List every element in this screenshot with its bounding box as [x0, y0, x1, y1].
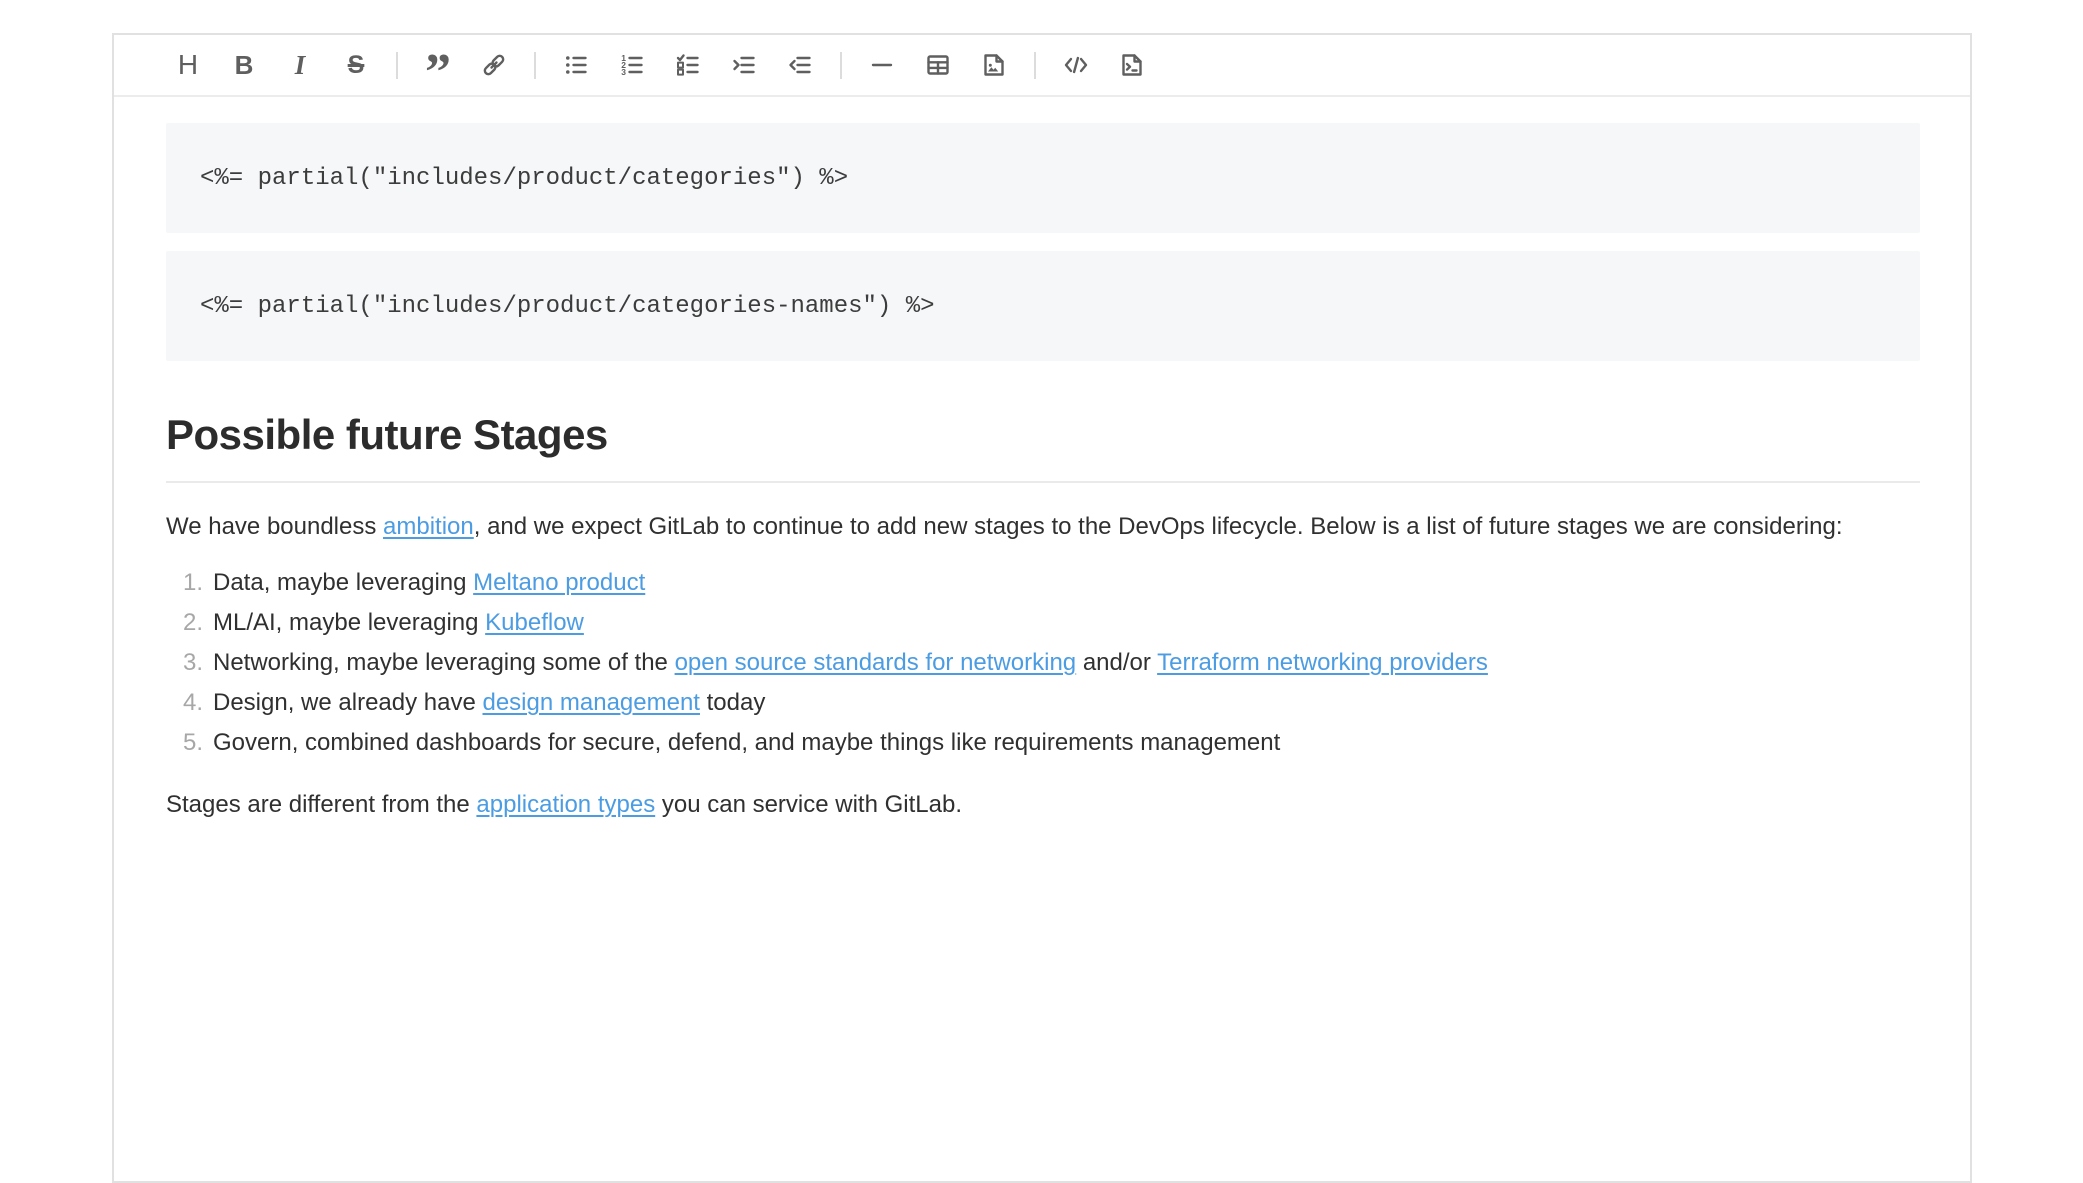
image-button[interactable]: [972, 43, 1016, 87]
unordered-list-icon: [563, 52, 589, 78]
editor-content[interactable]: <%= partial("includes/product/categories…: [114, 97, 1970, 825]
bold-button[interactable]: B: [222, 43, 266, 87]
inline-code-icon: [1063, 52, 1089, 78]
unordered-list-button[interactable]: [554, 43, 598, 87]
inline-link[interactable]: Kubeflow: [485, 609, 584, 636]
table-button[interactable]: [916, 43, 960, 87]
italic-icon: I: [295, 50, 306, 81]
page: { "toolbar": { "items": [ {"name": "head…: [0, 0, 2083, 880]
code-block-icon: [1119, 52, 1145, 78]
heading-button[interactable]: H: [166, 43, 210, 87]
table-icon: [925, 52, 951, 78]
outro-paragraph[interactable]: Stages are different from the applicatio…: [166, 785, 1920, 825]
link-button[interactable]: [472, 43, 516, 87]
code-block-button[interactable]: [1110, 43, 1154, 87]
horizontal-rule-button[interactable]: [860, 43, 904, 87]
heading-icon: H: [178, 49, 198, 81]
blockquote-icon: ”: [425, 52, 451, 78]
inline-link[interactable]: application types: [476, 791, 655, 818]
blockquote-button[interactable]: ”: [416, 43, 460, 87]
editor-toolbar: H B I S ” 123: [114, 35, 1970, 97]
inline-code-button[interactable]: [1054, 43, 1098, 87]
code-text: <%= partial("includes/product/categories…: [200, 293, 935, 320]
code-blocks: <%= partial("includes/product/categories…: [166, 123, 1920, 361]
strike-icon: S: [348, 51, 365, 80]
toolbar-divider: [534, 52, 536, 79]
inline-link[interactable]: design management: [482, 689, 699, 716]
list-item[interactable]: Networking, maybe leveraging some of the…: [213, 643, 1920, 683]
inline-link[interactable]: Terraform networking providers: [1157, 649, 1488, 676]
list-item[interactable]: ML/AI, maybe leveraging Kubeflow: [213, 603, 1920, 643]
indent-icon: [731, 52, 757, 78]
list-item[interactable]: Data, maybe leveraging Meltano product: [213, 563, 1920, 603]
ordered-list-button[interactable]: 123: [610, 43, 654, 87]
link-icon: [481, 52, 507, 78]
ordered-list-icon: 123: [619, 52, 645, 78]
horizontal-rule-icon: [869, 52, 895, 78]
inline-link[interactable]: ambition: [383, 513, 474, 540]
outdent-button[interactable]: [778, 43, 822, 87]
task-list-icon: [675, 52, 701, 78]
toolbar-divider: [396, 52, 398, 79]
svg-text:3: 3: [621, 67, 626, 77]
outdent-icon: [787, 52, 813, 78]
italic-button[interactable]: I: [278, 43, 322, 87]
strike-button[interactable]: S: [334, 43, 378, 87]
indent-button[interactable]: [722, 43, 766, 87]
toolbar-divider: [840, 52, 842, 79]
image-icon: [981, 52, 1007, 78]
task-list-button[interactable]: [666, 43, 710, 87]
section-heading[interactable]: Possible future Stages: [166, 411, 1920, 483]
bold-icon: B: [235, 50, 254, 81]
code-block[interactable]: <%= partial("includes/product/categories…: [166, 123, 1920, 233]
intro-paragraph[interactable]: We have boundless ambition, and we expec…: [166, 507, 1920, 547]
code-block[interactable]: <%= partial("includes/product/categories…: [166, 251, 1920, 361]
list-item[interactable]: Govern, combined dashboards for secure, …: [213, 723, 1920, 763]
list-item[interactable]: Design, we already have design managemen…: [213, 683, 1920, 723]
future-stages-list: Data, maybe leveraging Meltano productML…: [166, 563, 1920, 763]
toolbar-divider: [1034, 52, 1036, 79]
inline-link[interactable]: open source standards for networking: [675, 649, 1077, 676]
markdown-editor: H B I S ” 123 <%= partial("includes/product/c…: [112, 33, 1972, 1183]
inline-link[interactable]: Meltano product: [473, 569, 645, 596]
code-text: <%= partial("includes/product/categories…: [200, 165, 848, 192]
